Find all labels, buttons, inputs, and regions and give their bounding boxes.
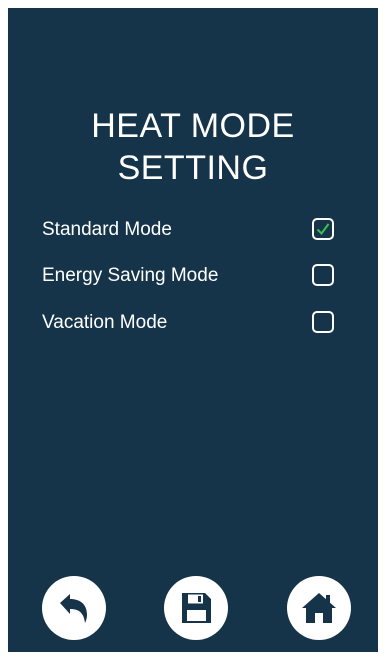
page-title-line-2: SETTING [117, 149, 269, 187]
mode-label-standard: Standard Mode [42, 219, 172, 240]
floppy-disk-icon [182, 593, 211, 623]
back-button[interactable] [42, 576, 106, 640]
standard-mode-checkbox[interactable] [312, 218, 334, 240]
back-arrow-icon [60, 594, 87, 623]
save-button[interactable] [164, 576, 228, 640]
mode-option-energy-saving[interactable]: Energy Saving Mode [42, 259, 344, 293]
mode-option-standard[interactable]: Standard Mode [42, 213, 344, 247]
page-title: HEAT MODE SETTING [8, 105, 378, 189]
energy-saving-mode-checkbox[interactable] [312, 264, 334, 286]
mode-label-vacation: Vacation Mode [42, 312, 168, 333]
page-title-line-1: HEAT MODE [91, 107, 295, 145]
home-icon [302, 593, 336, 623]
checkmark-icon [316, 223, 330, 236]
vacation-mode-checkbox[interactable] [312, 311, 334, 333]
heat-mode-screen: HEAT MODE SETTING Standard Mode Energy S… [8, 8, 378, 652]
home-button[interactable] [287, 576, 351, 640]
mode-option-vacation[interactable]: Vacation Mode [42, 306, 344, 340]
mode-label-energy-saving: Energy Saving Mode [42, 265, 219, 286]
